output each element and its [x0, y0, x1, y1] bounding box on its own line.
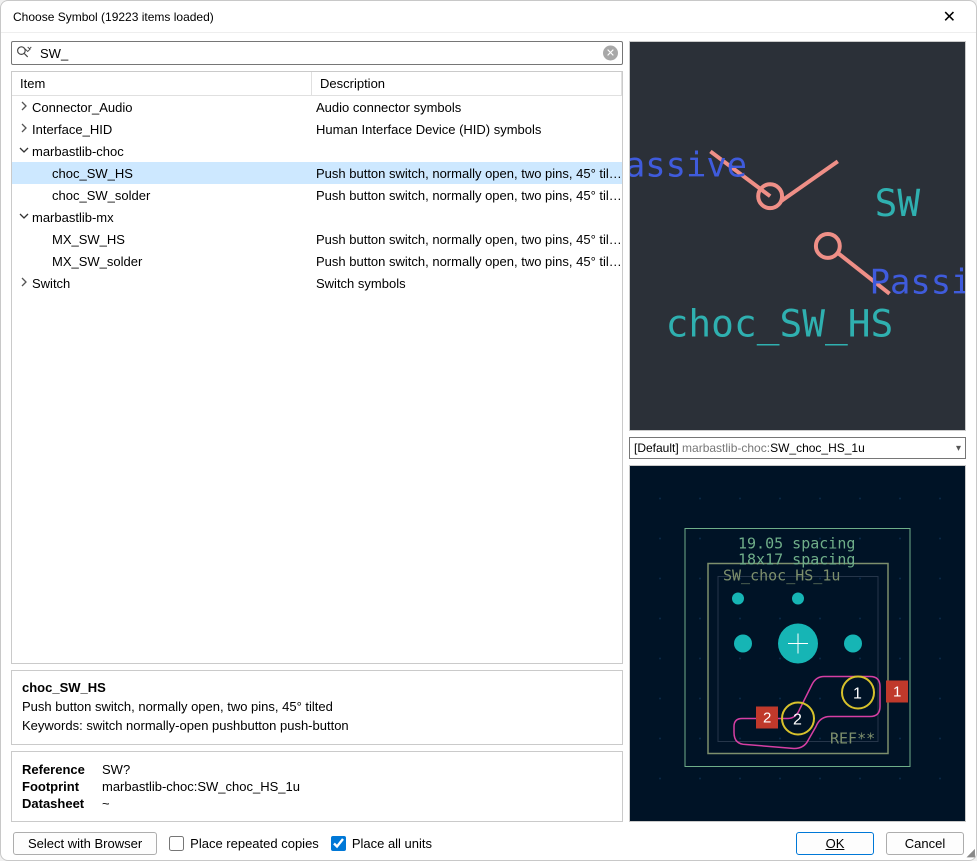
dialog-body: ✕ Item Description Connector_Audio Audio … — [1, 33, 976, 860]
row-name: choc_SW_solder — [52, 188, 150, 203]
library-row[interactable]: Switch Switch symbols — [12, 272, 622, 294]
cell-description: Switch symbols — [312, 276, 622, 291]
fp-pad-2-num: 2 — [793, 712, 802, 729]
expander-closed-icon[interactable] — [16, 276, 32, 290]
symbol-ref: SW — [875, 181, 921, 225]
detail-footprint-row: Footprint marbastlib-choc:SW_choc_HS_1u — [22, 779, 612, 794]
place-repeated-checkbox[interactable]: Place repeated copies — [169, 836, 319, 851]
row-name: choc_SW_HS — [52, 166, 133, 181]
detail-datasheet-row: Datasheet ~ — [22, 796, 612, 811]
place-repeated-input[interactable] — [169, 836, 184, 851]
place-all-units-checkbox[interactable]: Place all units — [331, 836, 432, 851]
search-icon — [16, 45, 34, 62]
cell-item: Switch — [12, 276, 312, 291]
ok-button[interactable]: OK — [796, 832, 874, 855]
cell-description: Push button switch, normally open, two p… — [312, 232, 622, 247]
select-with-browser-button[interactable]: Select with Browser — [13, 832, 157, 855]
cell-item: marbastlib-mx — [12, 210, 312, 225]
detail-name: choc_SW_HS — [22, 679, 612, 698]
close-icon: ✕ — [943, 9, 956, 26]
detail-footprint-label: Footprint — [22, 779, 102, 794]
symbol-value: choc_SW_HS — [666, 301, 894, 346]
cell-item: choc_SW_HS — [12, 166, 312, 181]
footprint-selector[interactable]: [Default] marbastlib-choc:SW_choc_HS_1u … — [629, 437, 966, 459]
symbol-row[interactable]: choc_SW_HS Push button switch, normally o… — [12, 162, 622, 184]
cell-description: Push button switch, normally open, two p… — [312, 166, 622, 181]
detail-description: Push button switch, normally open, two p… — [22, 698, 612, 717]
expander-open-icon[interactable] — [16, 144, 32, 158]
footprint-preview[interactable]: 19.05 spacing 18x17 spacing SW_choc_HS_1… — [629, 465, 966, 822]
detail-footprint-value: marbastlib-choc:SW_choc_HS_1u — [102, 779, 612, 794]
symbol-detail-summary: choc_SW_HS Push button switch, normally … — [11, 670, 623, 745]
expander-closed-icon[interactable] — [16, 100, 32, 114]
cell-item: MX_SW_solder — [12, 254, 312, 269]
left-column: ✕ Item Description Connector_Audio Audio … — [11, 41, 623, 822]
bottom-bar: Select with Browser Place repeated copie… — [11, 828, 966, 857]
clear-search-icon[interactable]: ✕ — [603, 46, 618, 61]
fp-pad-1-num: 1 — [853, 686, 862, 703]
titlebar: Choose Symbol (19223 items loaded) ✕ — [1, 1, 976, 33]
expander-open-icon[interactable] — [16, 210, 32, 224]
detail-datasheet-value: ~ — [102, 796, 612, 811]
right-column: assive Passiv SW choc_SW_HS [Default] ma… — [629, 41, 966, 822]
footprint-selector-text: [Default] marbastlib-choc:SW_choc_HS_1u — [634, 441, 865, 455]
cancel-button[interactable]: Cancel — [886, 832, 964, 855]
window-title: Choose Symbol (19223 items loaded) — [13, 10, 214, 24]
row-name: marbastlib-choc — [32, 144, 124, 159]
library-row[interactable]: Connector_Audio Audio connector symbols — [12, 96, 622, 118]
row-name: Interface_HID — [32, 122, 112, 137]
cell-item: marbastlib-choc — [12, 144, 312, 159]
library-row[interactable]: Interface_HID Human Interface Device (HID… — [12, 118, 622, 140]
detail-reference-label: Reference — [22, 762, 102, 777]
expander-closed-icon[interactable] — [16, 122, 32, 136]
detail-reference-row: Reference SW? — [22, 762, 612, 777]
detail-keywords: Keywords: switch normally-open pushbutto… — [22, 717, 612, 736]
detail-reference-value: SW? — [102, 762, 612, 777]
symbol-preview[interactable]: assive Passiv SW choc_SW_HS — [629, 41, 966, 431]
cell-item: choc_SW_solder — [12, 188, 312, 203]
place-all-units-input[interactable] — [331, 836, 346, 851]
close-button[interactable]: ✕ — [935, 5, 964, 29]
cell-description: Push button switch, normally open, two p… — [312, 188, 622, 203]
cell-description: Push button switch, normally open, two p… — [312, 254, 622, 269]
fp-ref: SW_choc_HS_1u — [723, 567, 840, 585]
symbol-row[interactable]: MX_SW_HS Push button switch, normally ope… — [12, 228, 622, 250]
fp-ref-star: REF** — [830, 730, 875, 748]
symbol-passive-label-1: assive — [630, 145, 747, 184]
row-name: marbastlib-mx — [32, 210, 114, 225]
fp-padlabel-2: 2 — [763, 710, 771, 727]
row-name: Switch — [32, 276, 70, 291]
library-row[interactable]: marbastlib-mx — [12, 206, 622, 228]
symbol-row[interactable]: choc_SW_solder Push button switch, normal… — [12, 184, 622, 206]
row-name: MX_SW_solder — [52, 254, 142, 269]
column-header-description[interactable]: Description — [312, 72, 622, 95]
table-header: Item Description — [12, 72, 622, 96]
library-row[interactable]: marbastlib-choc — [12, 140, 622, 162]
dialog: Choose Symbol (19223 items loaded) ✕ ✕ — [0, 0, 977, 861]
cell-description: Audio connector symbols — [312, 100, 622, 115]
symbol-table: Item Description Connector_Audio Audio co… — [11, 71, 623, 664]
cell-item: Interface_HID — [12, 122, 312, 137]
column-header-item[interactable]: Item — [12, 72, 312, 95]
fp-padlabel-1: 1 — [893, 684, 901, 701]
search-input[interactable] — [40, 46, 598, 61]
symbol-detail-fields: Reference SW? Footprint marbastlib-choc:… — [11, 751, 623, 822]
cell-item: Connector_Audio — [12, 100, 312, 115]
cell-description: Human Interface Device (HID) symbols — [312, 122, 622, 137]
row-name: Connector_Audio — [32, 100, 132, 115]
detail-datasheet-label: Datasheet — [22, 796, 102, 811]
search-field-wrap: ✕ — [11, 41, 623, 65]
symbol-passive-label-2: Passiv — [870, 263, 965, 302]
symbol-row[interactable]: MX_SW_solder Push button switch, normally… — [12, 250, 622, 272]
chevron-down-icon: ▾ — [956, 443, 961, 454]
row-name: MX_SW_HS — [52, 232, 125, 247]
cell-item: MX_SW_HS — [12, 232, 312, 247]
table-body: Connector_Audio Audio connector symbols In… — [12, 96, 622, 294]
